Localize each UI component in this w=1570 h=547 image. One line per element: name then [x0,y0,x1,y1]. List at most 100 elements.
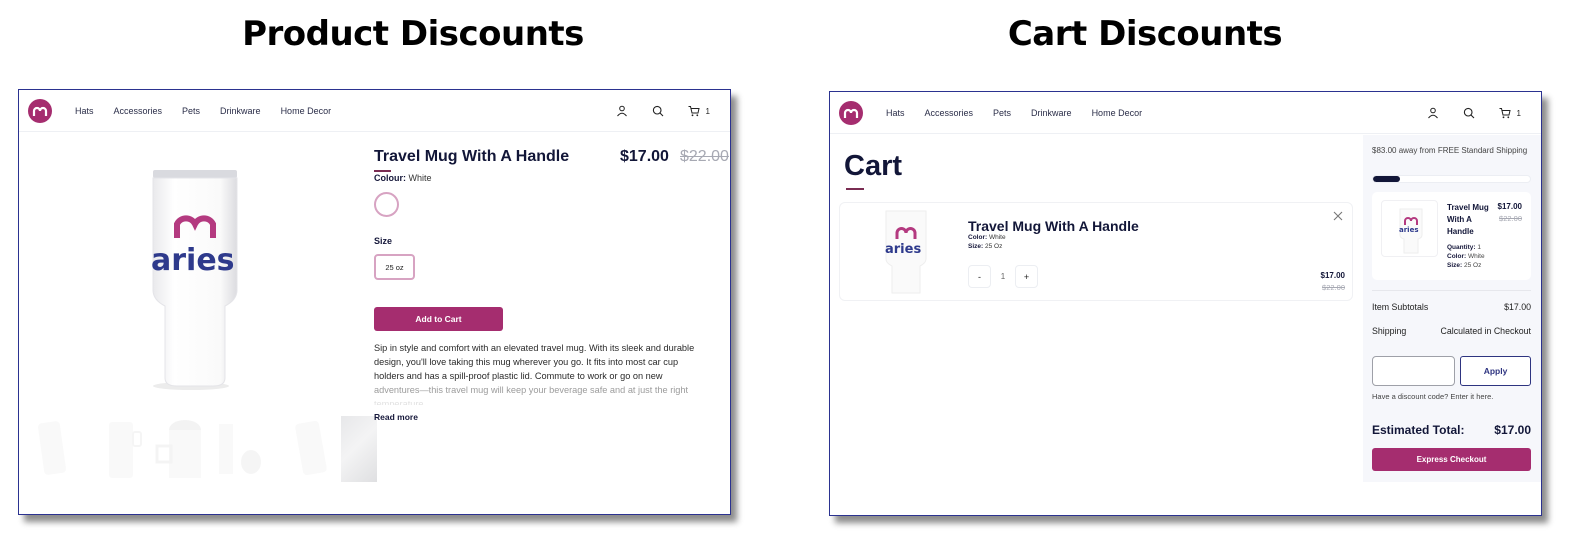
cart-item-title[interactable]: Travel Mug With A Handle [968,218,1139,234]
add-to-cart-button[interactable]: Add to Cart [374,307,503,331]
product-discounts-title: Product Discounts [242,14,584,54]
cart-item-price: $17.00 [1320,271,1345,280]
travel-mug-image: aries [151,170,238,390]
top-nav: Hats Accessories Pets Drinkware Home Dec… [19,90,730,132]
aries-logo-icon [843,108,859,118]
description-line: Sip in style and comfort with an elevate… [374,343,695,353]
svg-text:aries: aries [1399,226,1419,234]
size-label: Size [374,236,393,246]
nav-link-home-decor[interactable]: Home Decor [281,106,332,116]
nav-links: Hats Accessories Pets Drinkware Home Dec… [75,90,351,132]
svg-text:aries: aries [885,242,921,257]
nav-link-hats[interactable]: Hats [886,108,905,118]
cart-icon[interactable] [1499,107,1511,119]
nav-link-home-decor[interactable]: Home Decor [1092,108,1143,118]
cart-discounts-title: Cart Discounts [1007,14,1283,54]
total-value: $17.00 [1494,423,1531,437]
account-icon[interactable] [616,105,628,117]
nav-link-hats[interactable]: Hats [75,106,94,116]
brand-logo[interactable] [28,99,52,123]
colour-value: White [408,173,432,183]
description-line: adventures—this travel mug will keep you… [374,385,689,395]
cart-count: 1 [1516,108,1521,118]
summary-item-title: Travel Mug With A Handle [1447,203,1489,236]
read-more-link[interactable]: Read more [374,412,418,422]
free-shipping-progress [1372,175,1531,183]
shipping-value: Calculated in Checkout [1440,326,1531,336]
colour-row: Colour: White [374,173,432,183]
nav-links: Hats Accessories Pets Drinkware Home Dec… [886,92,1162,134]
nav-link-pets[interactable]: Pets [182,106,200,116]
cart-line-item: aries Travel Mug With A Handle Color: Wh… [839,202,1353,301]
aries-logo-icon [32,106,48,116]
quantity-value: 1 [1000,272,1006,281]
heading-underline [846,188,864,190]
description-line: design, you'll love taking this mug wher… [374,357,679,367]
remove-item-button[interactable] [1332,209,1344,221]
nav-icons: 1 [1403,92,1521,134]
travel-mug-image: aries [1399,208,1423,254]
colour-swatch-white[interactable] [374,192,399,217]
apply-discount-button[interactable]: Apply [1460,356,1531,386]
compare-at-price: $22.00 [680,148,729,165]
discount-hint: Have a discount code? Enter it here. [1372,392,1494,401]
nav-link-accessories[interactable]: Accessories [925,108,974,118]
product-description: Sip in style and comfort with an elevate… [374,341,714,405]
cart-item-size: Size: 25 Oz [968,243,1003,250]
travel-mug-image: aries [885,210,927,294]
thumbnail-2[interactable] [91,416,153,482]
search-icon[interactable] [1463,107,1475,119]
product-page-screenshot: Hats Accessories Pets Drinkware Home Dec… [18,89,731,515]
subtotal-value: $17.00 [1504,302,1531,312]
product-main-image: aries [129,160,249,392]
estimated-total-row: Estimated Total: $17.00 [1372,423,1531,437]
account-icon[interactable] [1427,107,1439,119]
product-title: Travel Mug With A Handle [374,148,570,165]
thumbnail-5[interactable] [277,416,339,482]
cart-item-color: Color: White [968,234,1006,241]
decrement-button[interactable]: - [968,265,991,288]
colour-label: Colour: [374,173,406,183]
quantity-stepper: - 1 + [968,265,1038,288]
brand-logo[interactable] [839,101,863,125]
description-line: holders and has a spill-proof plastic li… [374,371,663,381]
sale-price: $17.00 [620,148,669,165]
thumbnail-1[interactable] [29,416,91,482]
shipping-row: Shipping Calculated in Checkout [1372,326,1531,336]
svg-text:aries: aries [151,243,235,278]
summary-item-compare-price: $22.00 [1499,214,1522,223]
thumbnail-3[interactable] [153,416,215,482]
size-option-25oz[interactable]: 25 oz [374,254,415,280]
progress-fill [1373,176,1400,182]
nav-icons: 1 [592,90,710,132]
nav-link-pets[interactable]: Pets [993,108,1011,118]
nav-link-drinkware[interactable]: Drinkware [220,106,261,116]
thumbnail-4[interactable] [215,416,277,482]
search-icon[interactable] [652,105,664,117]
close-icon [1333,211,1343,221]
cart-page-screenshot: Hats Accessories Pets Drinkware Home Dec… [829,91,1542,516]
total-label: Estimated Total: [1372,423,1465,437]
summary-item-meta: Quantity: 1 Color: White Size: 25 Oz [1447,244,1485,269]
increment-button[interactable]: + [1015,265,1038,288]
nav-link-drinkware[interactable]: Drinkware [1031,108,1072,118]
shipping-label: Shipping [1372,326,1407,336]
cart-item-compare-price: $22.00 [1322,283,1345,292]
subtotal-label: Item Subtotals [1372,302,1429,312]
top-nav: Hats Accessories Pets Drinkware Home Dec… [830,92,1541,134]
summary-item-image: aries [1381,200,1438,257]
thumbnail-6[interactable] [341,416,377,482]
subtotal-row: Item Subtotals $17.00 [1372,302,1531,312]
cart-item-image: aries [882,209,930,297]
description-line: temperature. [374,399,427,405]
cart-icon[interactable] [688,105,700,117]
summary-divider [1372,290,1531,291]
express-checkout-button[interactable]: Express Checkout [1372,448,1531,471]
thumbnail-strip [29,416,377,482]
nav-link-accessories[interactable]: Accessories [114,106,163,116]
summary-item-price: $17.00 [1497,202,1522,211]
cart-count: 1 [705,106,710,116]
cart-heading: Cart [844,150,903,182]
order-summary: $83.00 away from FREE Standard Shipping … [1363,135,1541,482]
discount-code-input[interactable] [1372,356,1455,386]
